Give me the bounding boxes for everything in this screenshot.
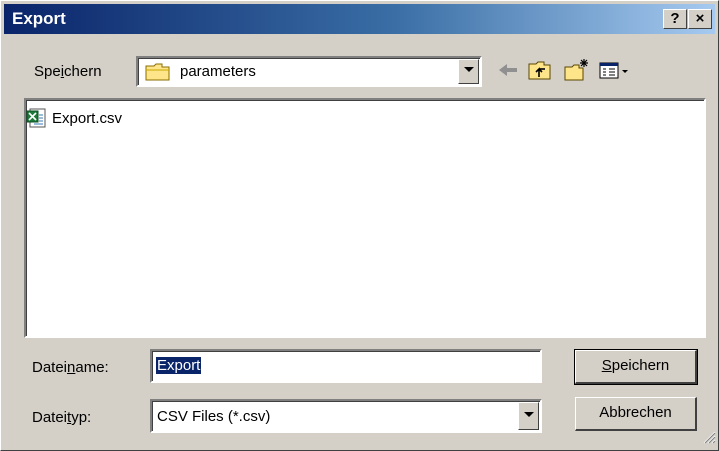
chevron-down-icon	[524, 412, 534, 417]
filename-input-value: Export	[156, 357, 202, 374]
filetype-dropdown-arrow[interactable]	[518, 402, 539, 430]
save-button[interactable]: Speichern	[574, 349, 698, 385]
cancel-button[interactable]: Abbrechen	[575, 397, 697, 431]
file-name: Export.csv	[52, 110, 123, 127]
help-button[interactable]: ?	[663, 9, 687, 29]
view-menu-icon[interactable]	[598, 58, 632, 82]
filename-label: Dateiname:	[32, 359, 109, 376]
excel-csv-file-icon	[26, 108, 48, 132]
back-arrow-icon[interactable]	[495, 58, 521, 82]
filetype-select[interactable]: CSV Files (*.csv)	[150, 399, 542, 433]
close-button[interactable]: ×	[688, 9, 712, 29]
window-title: Export	[12, 9, 66, 28]
help-icon: ?	[670, 10, 680, 27]
save-in-label: Speichern	[34, 63, 102, 80]
save-in-dropdown[interactable]: parameters	[136, 56, 482, 87]
filename-input[interactable]: Export	[150, 349, 542, 383]
title-bar[interactable]: Export ? ×	[4, 4, 715, 34]
save-in-dropdown-arrow[interactable]	[458, 59, 479, 84]
up-folder-icon[interactable]	[527, 58, 553, 82]
current-folder-name: parameters	[180, 63, 256, 80]
chevron-down-icon	[464, 67, 474, 72]
filetype-label: Dateityp:	[32, 409, 92, 426]
file-list[interactable]: Export.csv	[24, 98, 706, 338]
filetype-selected-value: CSV Files (*.csv)	[157, 408, 271, 425]
folder-icon	[145, 62, 171, 86]
export-dialog: Export ? × Speichern parameters Export.c…	[0, 0, 719, 451]
new-folder-icon[interactable]	[563, 58, 589, 82]
close-icon: ×	[695, 10, 705, 27]
resize-grip-icon[interactable]	[702, 430, 716, 448]
